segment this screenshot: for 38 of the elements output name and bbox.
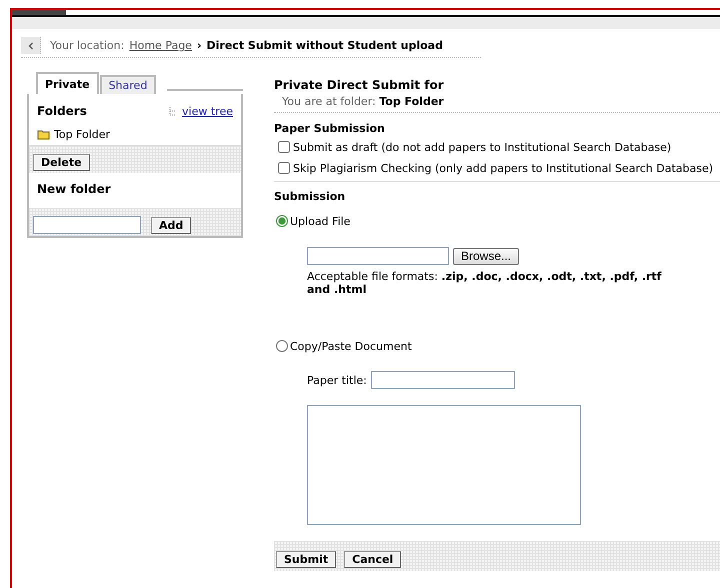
paper-title-label: Paper title: (307, 374, 367, 386)
folder-item[interactable]: Top Folder (54, 128, 110, 141)
paper-title-field[interactable] (370, 371, 515, 389)
folder-tab[interactable]: Shared (100, 75, 156, 94)
folder-value: Top Folder (379, 95, 444, 108)
section-heading: Submission (274, 190, 346, 203)
method-option[interactable]: Upload File (274, 215, 720, 228)
checkbox[interactable] (278, 141, 290, 153)
option-label[interactable]: Submit as draft (do not add papers to Institutional Search Database) (274, 140, 720, 156)
new-folder-heading: New folder (37, 182, 111, 196)
file-path-field[interactable] (307, 247, 449, 265)
folder-name-field[interactable] (33, 216, 141, 234)
folder-tab[interactable]: Private (36, 72, 99, 94)
document-text-area[interactable] (307, 405, 581, 525)
current-page: Direct Submit without Student upload (206, 39, 443, 52)
form-button[interactable]: Submit (276, 551, 336, 568)
chevron-left-icon (28, 42, 34, 50)
page-title: Private Direct Submit for (274, 78, 445, 92)
form-button[interactable]: Cancel (344, 551, 402, 568)
back-button[interactable] (21, 37, 41, 54)
view-tree-link[interactable]: view tree (182, 104, 233, 118)
method-option[interactable]: Copy/Paste Document (274, 340, 720, 353)
checkbox[interactable] (278, 162, 290, 174)
browse-button[interactable]: Browse... (453, 248, 520, 264)
folder-icon (37, 129, 51, 140)
formats-note: Acceptable file formats: .zip, .doc, .docx, .odt, .txt, .pdf, .rtf and .html (307, 270, 662, 296)
folders-heading: Folders (37, 104, 87, 118)
tree-icon (169, 106, 176, 116)
home-link[interactable]: Home Page (129, 39, 192, 52)
breadcrumb-separator: › (196, 39, 202, 52)
radio-button[interactable] (276, 215, 288, 227)
section-heading: Paper Submission (274, 122, 386, 135)
option-label[interactable]: Skip Plagiarism Checking (only add papers to Institutional Search Database) (274, 161, 720, 177)
add-button[interactable]: Add (151, 216, 192, 234)
radio-button[interactable] (276, 340, 288, 352)
location-label: Your location: (50, 39, 124, 52)
folder-label: You are at folder: (282, 95, 376, 108)
delete-button[interactable]: Delete (33, 154, 90, 171)
